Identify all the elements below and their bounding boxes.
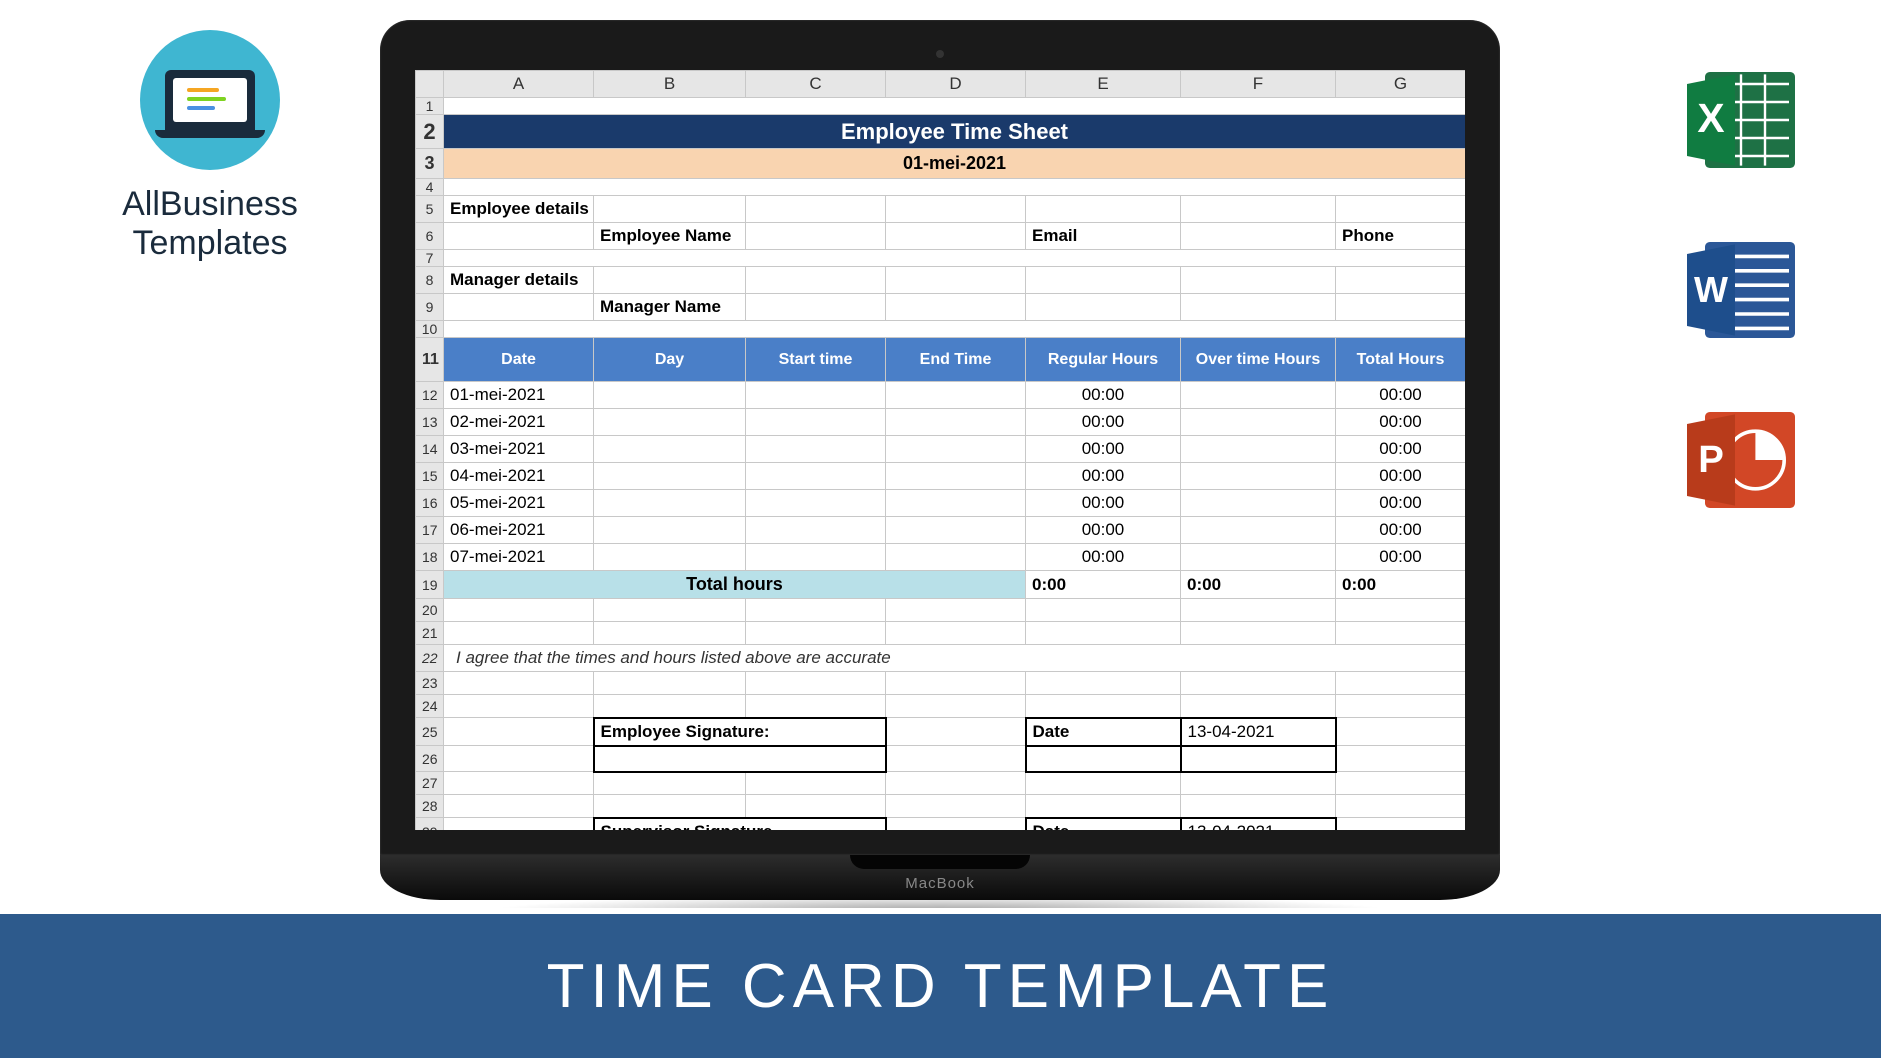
filetype-icons: X W P (1681, 60, 1801, 520)
spreadsheet-table[interactable]: A B C D E F G 1 2Employee Time Sheet 301… (415, 70, 1465, 830)
supervisor-signature-label[interactable]: Supervisor Signature (594, 818, 886, 831)
hdr-overtime: Over time Hours (1181, 338, 1336, 382)
bottom-banner: TIME CARD TEMPLATE (0, 908, 1881, 1058)
camera-icon (936, 50, 944, 58)
laptop-brand: MacBook (380, 875, 1500, 892)
period-date: 01-mei-2021 (444, 149, 1466, 179)
employee-sig-date[interactable]: 13-04-2021 (1181, 718, 1336, 746)
hdr-regular: Regular Hours (1026, 338, 1181, 382)
agreement-text: I agree that the times and hours listed … (444, 645, 1466, 672)
svg-text:P: P (1698, 438, 1724, 481)
total-total: 0:00 (1336, 571, 1466, 599)
word-icon: W (1681, 230, 1801, 350)
logo-laptop-icon (165, 70, 255, 130)
total-hours-label: Total hours (444, 571, 1026, 599)
table-row: 1504-mei-202100:0000:00 (416, 463, 1466, 490)
brand-name: AllBusiness Templates (80, 185, 340, 263)
col-b[interactable]: B (594, 71, 746, 98)
col-a[interactable]: A (444, 71, 594, 98)
col-d[interactable]: D (886, 71, 1026, 98)
total-overtime: 0:00 (1181, 571, 1336, 599)
col-c[interactable]: C (746, 71, 886, 98)
employee-signature-label[interactable]: Employee Signature: (594, 718, 886, 746)
col-g[interactable]: G (1336, 71, 1466, 98)
employee-name-label: Employee Name (594, 223, 746, 250)
table-row: 1605-mei-202100:0000:00 (416, 490, 1466, 517)
sheet-title: Employee Time Sheet (444, 115, 1466, 149)
table-row: 1302-mei-202100:0000:00 (416, 409, 1466, 436)
table-row: 1807-mei-202100:0000:00 (416, 544, 1466, 571)
column-headers-row[interactable]: A B C D E F G (416, 71, 1466, 98)
manager-name-label: Manager Name (594, 294, 746, 321)
col-f[interactable]: F (1181, 71, 1336, 98)
hdr-date: Date (444, 338, 594, 382)
hdr-start: Start time (746, 338, 886, 382)
spreadsheet-screen: A B C D E F G 1 2Employee Time Sheet 301… (415, 70, 1465, 830)
table-row: 1403-mei-202100:0000:00 (416, 436, 1466, 463)
date-label-1: Date (1026, 718, 1181, 746)
table-row: 1201-mei-202100:0000:00 (416, 382, 1466, 409)
svg-text:X: X (1697, 95, 1724, 141)
phone-label: Phone (1336, 223, 1466, 250)
logo-circle-icon (140, 30, 280, 170)
laptop-base: MacBook (380, 855, 1500, 900)
date-label-2: Date (1026, 818, 1181, 831)
hdr-end: End Time (886, 338, 1026, 382)
banner-title: TIME CARD TEMPLATE (547, 951, 1335, 1022)
email-label: Email (1026, 223, 1181, 250)
total-regular: 0:00 (1026, 571, 1181, 599)
brand-line1: AllBusiness (80, 185, 340, 224)
laptop-mockup: A B C D E F G 1 2Employee Time Sheet 301… (380, 20, 1500, 925)
col-e[interactable]: E (1026, 71, 1181, 98)
powerpoint-icon: P (1681, 400, 1801, 520)
hdr-total: Total Hours (1336, 338, 1466, 382)
hdr-day: Day (594, 338, 746, 382)
table-row: 1706-mei-202100:0000:00 (416, 517, 1466, 544)
manager-details-label: Manager details (444, 267, 594, 294)
brand-line2: Templates (80, 224, 340, 263)
excel-icon: X (1681, 60, 1801, 180)
supervisor-sig-date[interactable]: 13-04-2021 (1181, 818, 1336, 831)
employee-details-label: Employee details (444, 196, 594, 223)
svg-text:W: W (1694, 269, 1728, 310)
brand-logo: AllBusiness Templates (80, 30, 340, 263)
